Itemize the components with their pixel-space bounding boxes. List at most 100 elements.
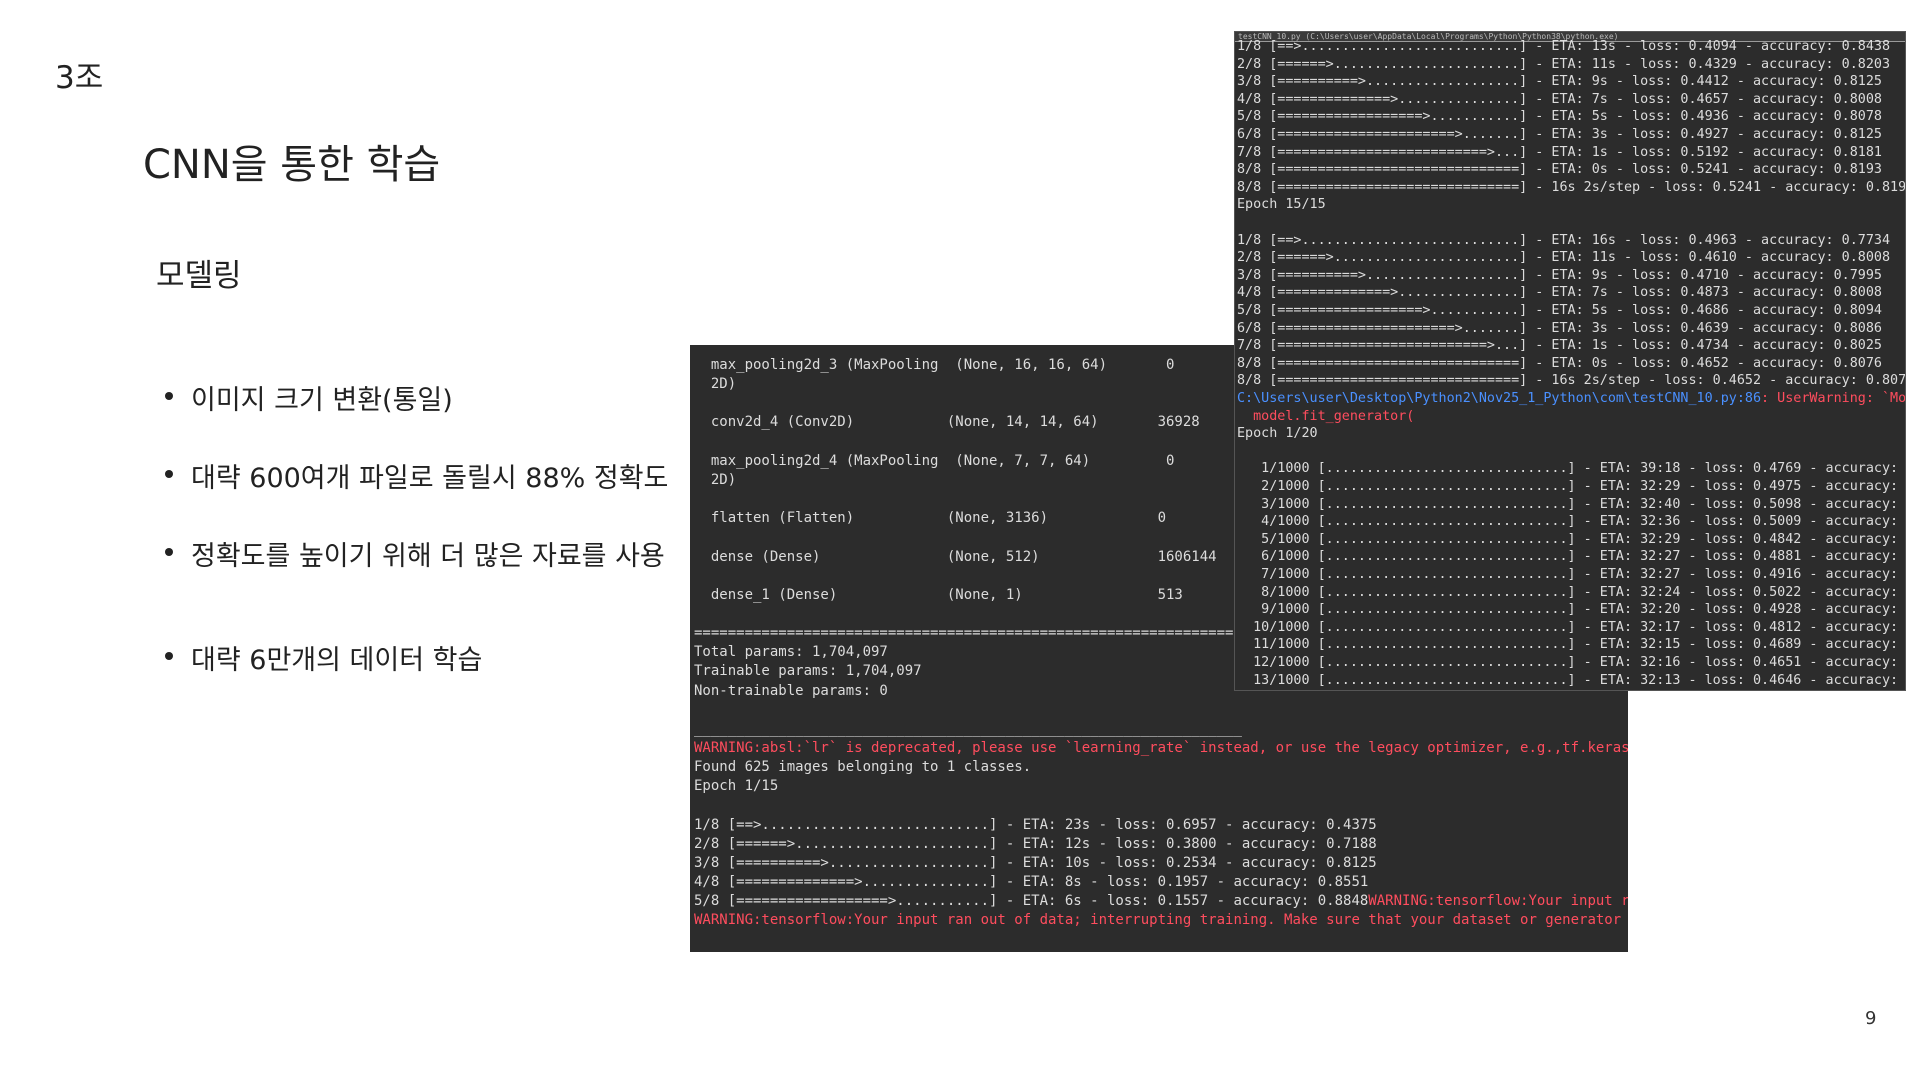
console-line-text: 2/8 [======>.......................] - E… [1237,56,1891,72]
console-line: 9/1000 [..............................] … [1237,603,1905,616]
console-line-text: 5/8 [==================>...........] - E… [1237,303,1882,318]
console-line: 2/8 [======>.......................] - E… [1237,251,1890,264]
console-line-text: 7/8 [==========================>...] - E… [1237,144,1882,160]
console-line-text: Found 625 images belonging to 1 classes. [694,759,1032,776]
console-line-text: 1/1000 [..............................] … [1237,461,1905,477]
console-line-text: 2/8 [======>.......................] - E… [694,835,1377,852]
console-line-text: conv2d_4 (Conv2D) (None, 14, 14, 64) 369… [694,414,1200,431]
console-line-text: C:\Users\user\Desktop\Python2\Nov25_1_Py… [1237,391,1762,406]
console-line-text: Epoch 1/20 [1237,426,1318,442]
console-line-text: 13/1000 [..............................]… [1237,672,1905,688]
section-heading: 모델링 [156,258,242,294]
console-line: dense_1 (Dense) (None, 1) 513 [694,588,1183,602]
console-line: 8/8 [==============================] - 1… [1237,374,1905,387]
console-line: 2/8 [======>.......................] - E… [1237,56,1891,72]
console-line: 5/8 [==================>...........] - E… [1237,304,1882,317]
console-line: 10/1000 [..............................]… [1237,621,1905,634]
console-line: Trainable params: 1,704,097 [694,664,922,678]
console-line-text: 12/1000 [..............................]… [1237,655,1905,670]
console-line-text: 11/1000 [..............................]… [1237,637,1905,653]
console-line: WARNING:tensorflow:Your input ran out of… [694,913,1628,927]
console-line-text: 9/1000 [..............................] … [1237,602,1905,618]
console-line: 4/8 [==============>...............] - E… [1237,286,1882,299]
training-log-screenshot-right: testCNN_10.py (C:\Users\user\AppData\Loc… [1235,32,1905,690]
console-line: 6/1000 [..............................] … [1237,550,1905,563]
console-line: 4/8 [==============>...............] - E… [694,875,1368,889]
console-line-text: 8/8 [==============================] - 1… [694,951,1402,953]
console-line: 1/8 [==>...........................] - E… [1237,233,1890,247]
console-line: 4/1000 [..............................] … [1237,515,1905,528]
bullet-dot-icon [165,470,173,478]
console-line-text: 7/8 [==========================>...] - E… [1237,338,1882,354]
console-line: flatten (Flatten) (None, 3136) 0 [694,511,1166,525]
console-line: 5/8 [==================>...........] - E… [694,894,1628,908]
console-line: 3/8 [==========>...................] - E… [1237,269,1882,282]
console-line: model.fit_generator( [1237,409,1414,423]
console-line-text: 6/8 [======================>.......] - E… [1237,320,1882,336]
console-line-text: Non-trainable params: 0 [694,682,888,699]
console-line-text: 4/8 [==============>...............] - E… [694,874,1369,891]
console-line: Total params: 1,704,097 [694,645,888,659]
console-line: 8/1000 [..............................] … [1237,585,1905,599]
console-line-text: max_pooling2d_3 (MaxPooling (None, 16, 1… [694,357,1175,373]
console-line: 1/8 [==>...........................] - E… [1237,40,1890,53]
console-line: 7/8 [==========================>...] - E… [1237,339,1882,352]
console-line-text: 3/8 [==========>...................] - E… [694,854,1377,871]
console-line-text: 2D) [694,471,737,488]
console-line-text: 2/1000 [..............................] … [1237,479,1905,494]
console-line-text: Total params: 1,704,097 [694,644,888,661]
bullet-text: 대략 6만개의 데이터 학습 [191,645,483,676]
console-line-text: 10/1000 [..............................]… [1237,619,1905,635]
console-line: 1/1000 [..............................] … [1237,462,1905,475]
bullet-text: 대략 600여개 파일로 돌릴시 88% 정확도 [191,463,669,494]
console-line-text: 2/8 [======>.......................] - E… [1237,250,1891,266]
console-line: 2D) [694,377,736,391]
console-line: 5/8 [==================>...........] - E… [1237,110,1882,123]
group-label: 3조 [55,60,104,96]
console-line: 4/8 [==============>...............] - E… [1237,93,1882,106]
console-line: WARNING:absl:`lr` is deprecated, please … [694,741,1628,755]
console-line: 2/1000 [..............................] … [1237,480,1905,493]
console-line-text: 1/8 [==>...........................] - E… [694,816,1377,833]
console-line: 8/8 [==============================] - E… [1237,357,1882,370]
console-line: 2D) [694,473,736,487]
console-line-text: 3/8 [==========>...................] - E… [1237,74,1882,90]
console-line-text: 8/8 [==============================] - 1… [1237,373,1905,389]
slide-title: CNN을 통한 학습 [143,142,441,188]
console-line-text: 3/8 [==========>...................] - E… [1237,267,1882,283]
bullet-dot-icon [165,548,173,556]
console-line-text: 6/1000 [..............................] … [1237,549,1905,565]
console-line-text: 4/8 [==============>...............] - E… [1237,285,1882,301]
console-line-text: 8/8 [==============================] - 1… [1237,179,1905,195]
console-line: dense (Dense) (None, 512) 1606144 [694,550,1217,564]
console-line-text: 2D) [694,376,737,393]
bullet-dot-icon [165,392,173,400]
console-line: 3/1000 [..............................] … [1237,497,1905,511]
console-line-text: 4/1000 [..............................] … [1237,514,1905,530]
console-line: Epoch 15/15 [1237,198,1326,211]
console-line-text: 5/1000 [..............................] … [1237,531,1905,547]
console-line: C:\Users\user\Desktop\Python2\Nov25_1_Py… [1237,392,1905,405]
console-line-warning: : UserWarning: `Model.fit_ [1761,391,1905,406]
console-line: 7/1000 [..............................] … [1237,568,1905,581]
console-line: Non-trainable params: 0 [694,684,888,698]
console-line-text: max_pooling2d_4 (MaxPooling (None, 7, 7,… [694,452,1175,469]
console-line: max_pooling2d_4 (MaxPooling (None, 7, 7,… [694,452,1175,469]
console-line: 2/8 [======>.......................] - E… [694,837,1377,851]
console-line-text: 5/8 [==================>...........] - E… [1237,109,1882,125]
console-line: max_pooling2d_3 (MaxPooling (None, 16, 1… [694,357,1175,373]
console-line-text: 5/8 [==================>...........] - E… [694,893,1369,910]
console-line-text: dense_1 (Dense) (None, 1) 513 [694,586,1183,603]
console-line: 5/1000 [..............................] … [1237,533,1905,546]
console-line-warning: WARNING:tensorflow:Your input ran out [1368,893,1628,910]
bullet-dot-icon [165,652,173,660]
bullet-text: 이미지 크기 변환(통일) [191,385,453,416]
console-line: 8/8 [==============================] - 1… [1237,181,1905,194]
console-line-text: WARNING:absl:`lr` is deprecated, please … [694,740,1628,756]
console-line-text: 6/8 [======================>.......] - E… [1237,127,1882,142]
page-number: 9 [1865,1008,1877,1029]
console-line-text: 7/1000 [..............................] … [1237,567,1905,582]
console-line: Epoch 1/20 [1237,427,1318,440]
console-line: ========================================… [694,626,1242,640]
console-line-text: Trainable params: 1,704,097 [694,663,922,680]
